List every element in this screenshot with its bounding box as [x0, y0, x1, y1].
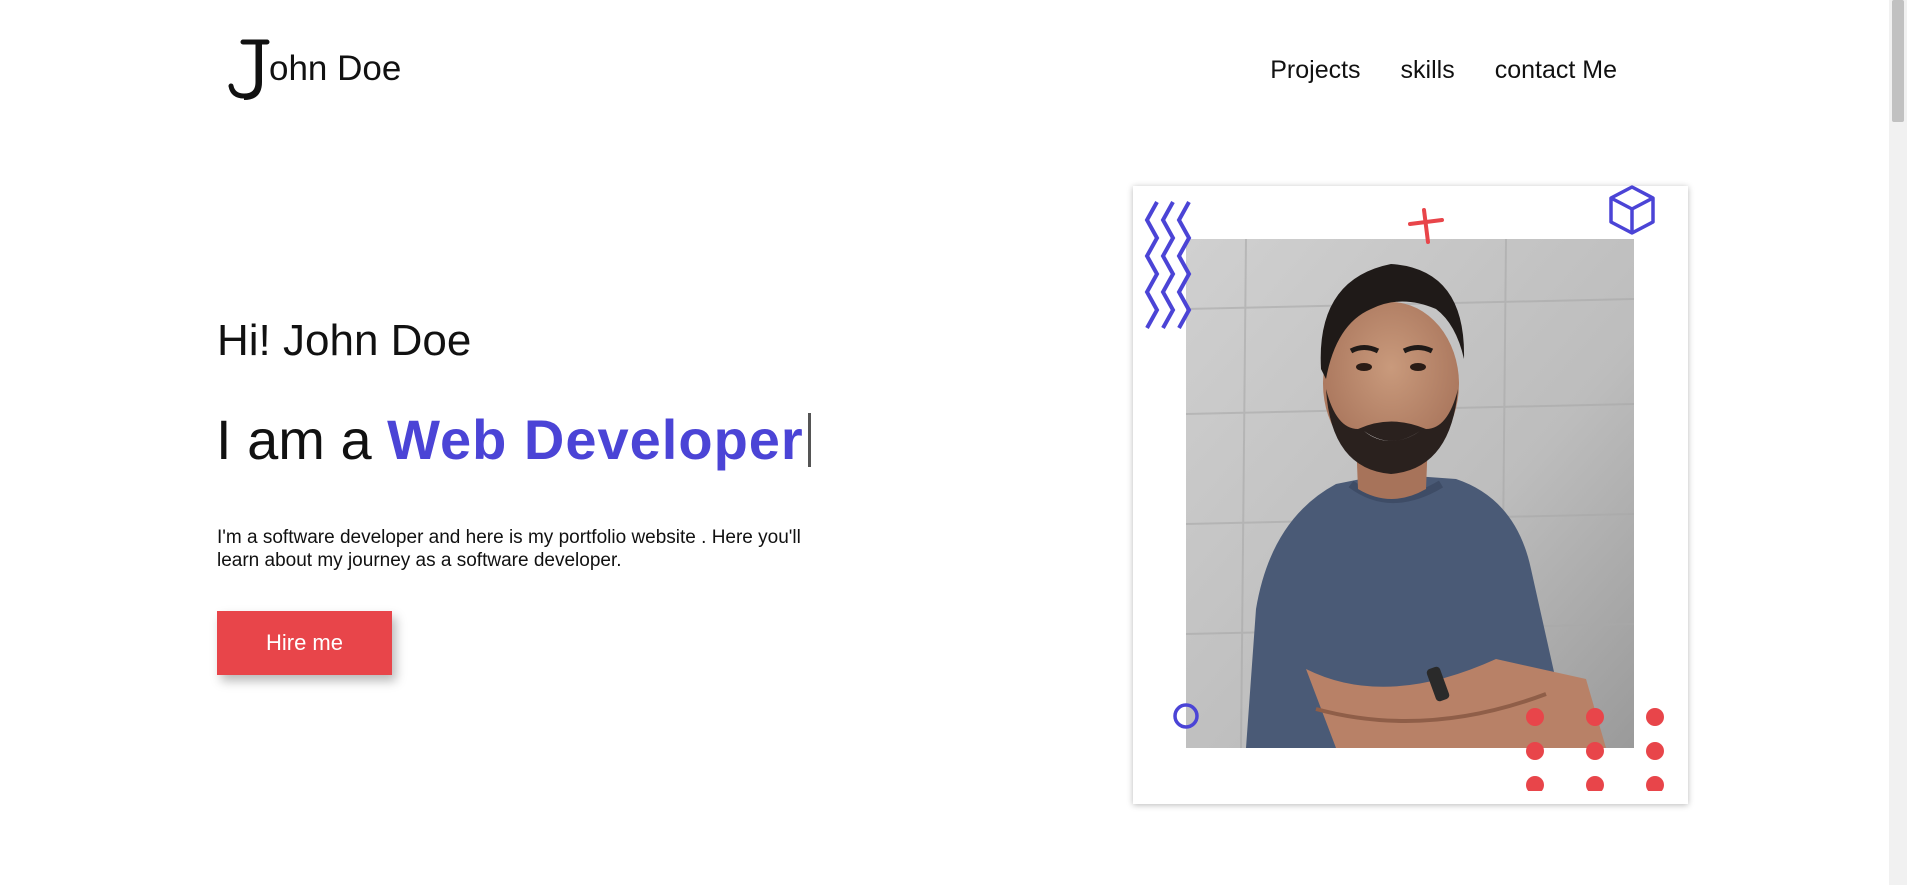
typing-cursor	[807, 413, 811, 467]
dots-grid-icon	[1526, 708, 1664, 791]
portrait-card	[1133, 185, 1688, 804]
role-prefix: I am a	[216, 408, 388, 471]
page-scrollbar[interactable]	[1889, 0, 1907, 885]
scrollbar-thumb[interactable]	[1892, 0, 1904, 122]
nav-link-projects[interactable]: Projects	[1270, 54, 1360, 86]
greeting-heading: Hi! John Doe	[217, 316, 472, 365]
hire-me-button[interactable]: Hire me	[217, 611, 392, 675]
logo-text: ohn Doe	[269, 49, 402, 88]
nav-link-skills[interactable]: skills	[1401, 54, 1455, 86]
zigzag-lines-icon	[1144, 201, 1192, 329]
logo[interactable]: ohn Doe	[225, 38, 401, 100]
cube-icon	[1609, 185, 1655, 235]
main-nav: Projects skills contact Me	[1270, 54, 1617, 86]
role-heading: I am a Web Developer	[216, 408, 811, 472]
profile-photo	[1186, 239, 1634, 748]
role-highlight: Web Developer	[387, 408, 804, 471]
intro-description: I'm a software developer and here is my …	[217, 527, 801, 571]
circle-outline-icon	[1173, 703, 1199, 729]
nav-link-contact[interactable]: contact Me	[1495, 54, 1617, 86]
plus-icon	[1408, 208, 1444, 244]
logo-j-icon	[228, 39, 270, 100]
